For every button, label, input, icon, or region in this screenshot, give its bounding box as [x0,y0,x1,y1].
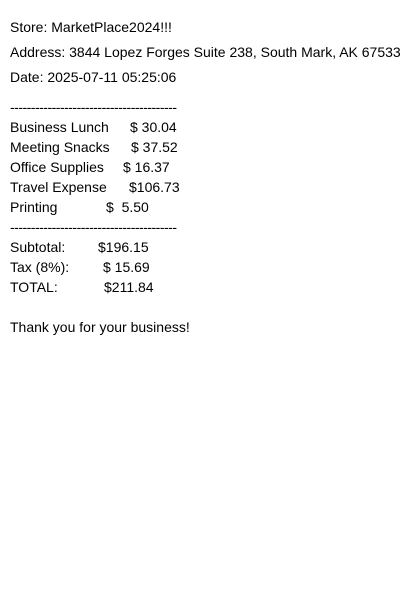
total-value: $211.84 [104,279,154,295]
thank-you-message: Thank you for your business! [10,319,190,335]
separator-bottom: ---------------------------------------- [10,219,177,235]
total-label: TOTAL: [10,279,58,295]
subtotal-label: Subtotal: [10,239,66,255]
item-name: Printing [10,199,58,215]
item-name: Travel Expense [10,179,107,195]
store-name: Store: MarketPlace2024!!! [10,19,172,35]
tax-label: Tax (8%): [10,259,70,275]
item-price: $ 5.50 [106,199,149,215]
item-name: Office Supplies [10,159,104,175]
item-price: $ 30.04 [130,119,177,135]
item-price: $ 37.52 [131,139,178,155]
item-price: $106.73 [129,179,180,195]
separator-top: ---------------------------------------- [10,99,177,115]
tax-value: $ 15.69 [103,259,150,275]
item-name: Business Lunch [10,119,109,135]
receipt-date: Date: 2025-07-11 05:25:06 [10,69,177,85]
store-address: Address: 3844 Lopez Forges Suite 238, So… [10,44,400,60]
item-name: Meeting Snacks [10,139,110,155]
receipt: Store: MarketPlace2024!!! Address: 3844 … [0,0,400,600]
subtotal-value: $196.15 [98,239,149,255]
item-price: $ 16.37 [123,159,170,175]
